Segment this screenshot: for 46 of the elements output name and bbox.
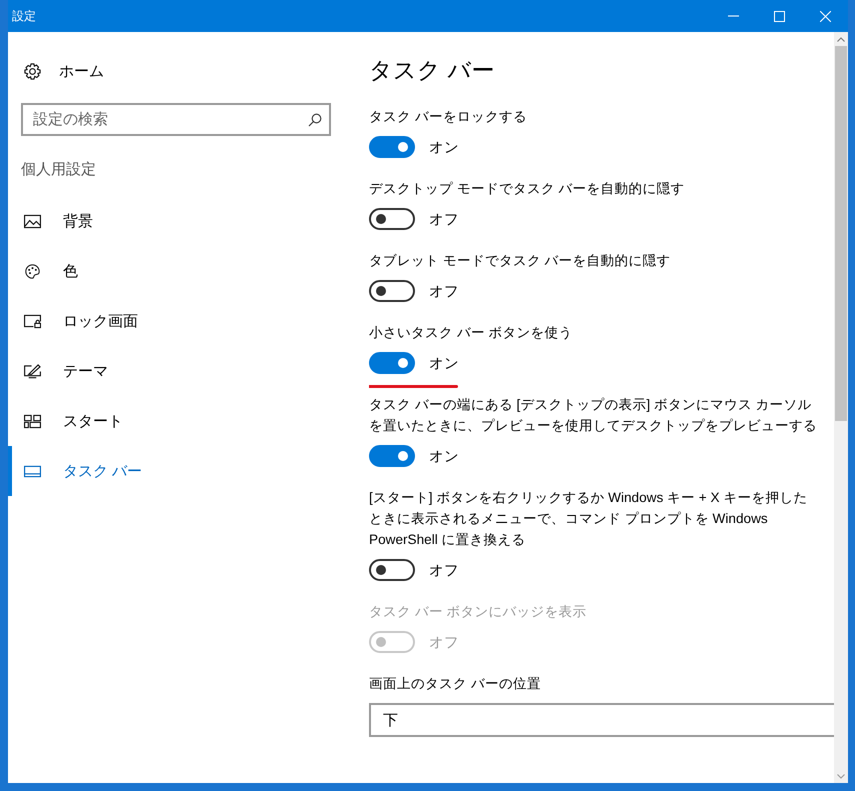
search-field[interactable]: 設定の検索 <box>21 103 331 136</box>
palette-icon <box>24 264 41 278</box>
section-heading: 個人用設定 <box>21 160 97 180</box>
nav-item[interactable]: 色 <box>8 246 369 296</box>
nav-item[interactable]: スタート <box>8 396 369 446</box>
setting-label: タスク バーの端にある [デスクトップの表示] ボタンにマウス カーソルを置いたときに、プレビューを使用してデスクトップをプレビューする <box>369 396 817 435</box>
toggle-state: オフ <box>429 562 459 580</box>
toggle-state: オフ <box>429 282 459 300</box>
nav-item[interactable]: 背景 <box>8 196 369 246</box>
setting-label: タブレット モードでタスク バーを自動的に隠す <box>369 252 672 270</box>
lock-screen-icon <box>24 314 41 328</box>
nav-item[interactable]: ロック画面 <box>8 296 369 346</box>
setting-label: タスク バーをロックする <box>369 108 528 126</box>
search-icon <box>308 113 322 127</box>
setting-label: タスク バー ボタンにバッジを表示 <box>369 603 588 621</box>
home-nav-item[interactable]: ホーム <box>8 54 369 88</box>
scroll-down-icon[interactable] <box>837 774 845 778</box>
toggle-switch[interactable] <box>369 559 415 581</box>
toggle-state: オン <box>429 138 459 156</box>
taskbar-icon <box>24 464 41 478</box>
toggle-state: オン <box>429 448 459 466</box>
setting-label: 画面上のタスク バーの位置 <box>369 675 542 693</box>
minimize-icon <box>728 15 738 17</box>
scroll-up-icon[interactable] <box>837 36 845 42</box>
image-icon <box>24 214 41 228</box>
nav-item[interactable]: テーマ <box>8 346 369 396</box>
settings-icon <box>24 62 41 80</box>
theme-icon <box>24 364 41 378</box>
maximize-icon <box>774 10 784 22</box>
toggle-state: オン <box>429 354 459 372</box>
toggle-state: オフ <box>429 634 459 652</box>
scrollbar[interactable] <box>834 32 848 783</box>
toggle-switch[interactable] <box>369 280 415 302</box>
setting-label: [スタート] ボタンを右クリックするか Windows キー + X キーを押したときに表示されるメニューで、コマンド プロンプトを Windows PowerShell に置き換える <box>369 489 808 549</box>
tiles-icon <box>24 414 41 428</box>
setting-label: デスクトップ モードでタスク バーを自動的に隠す <box>369 180 686 198</box>
close-icon <box>820 10 830 22</box>
setting-label: 小さいタスク バー ボタンを使う <box>369 324 574 342</box>
page-title: タスク バー <box>369 56 496 85</box>
toggle-switch[interactable] <box>369 445 415 467</box>
window-title: 設定 <box>12 8 37 24</box>
toggle-switch[interactable] <box>369 352 415 374</box>
toggle-state: オフ <box>429 210 459 228</box>
toggle-switch[interactable] <box>369 136 415 158</box>
dropdown[interactable]: 下 <box>369 703 834 737</box>
toggle-switch[interactable] <box>369 208 415 230</box>
